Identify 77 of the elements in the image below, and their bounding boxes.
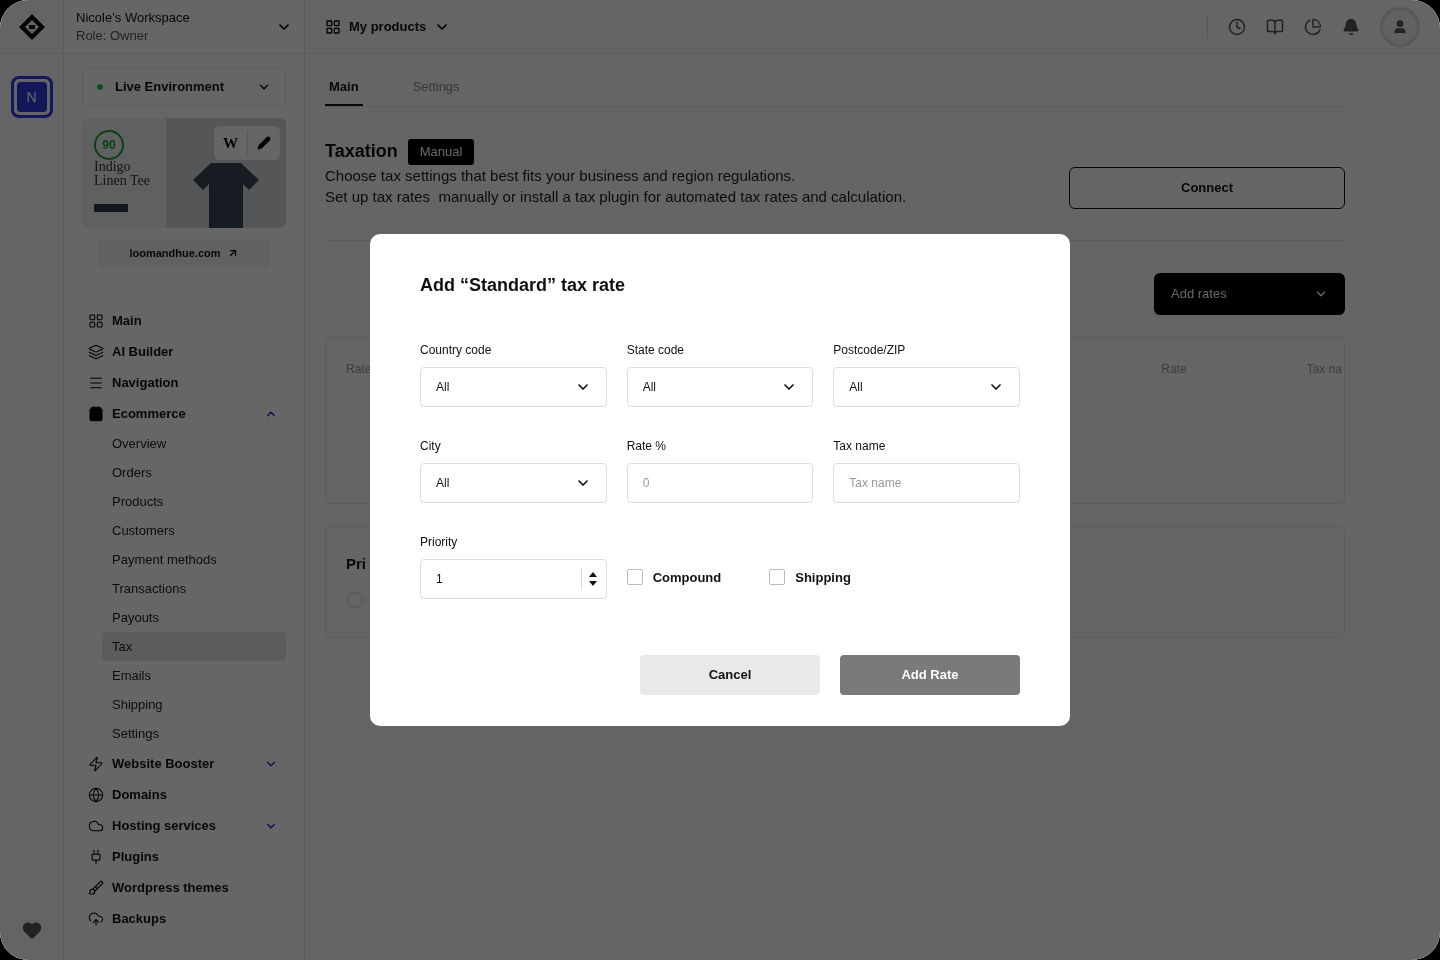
select-field[interactable]: All: [420, 367, 607, 407]
book-icon[interactable]: [1266, 17, 1284, 36]
nav-item[interactable]: Ecommerce: [112, 403, 186, 424]
nav-item[interactable]: Main: [112, 310, 142, 331]
checkbox-label: Compound: [652, 568, 722, 587]
brush-icon: [88, 879, 104, 896]
section-title: Taxation: [325, 140, 398, 163]
nav-subitem[interactable]: Tax: [102, 632, 286, 661]
dialog-title: Add “Standard” tax rate: [420, 274, 627, 297]
nav-item[interactable]: Plugins: [112, 846, 159, 867]
nav-subitem[interactable]: Customers: [102, 516, 286, 545]
connect-button[interactable]: Connect: [1069, 167, 1345, 209]
workspace-name: Nicole’s Workspace: [76, 8, 190, 27]
bag-icon: [88, 405, 104, 422]
checkbox[interactable]: [769, 569, 786, 586]
nav-subitem[interactable]: Overview: [102, 429, 286, 458]
section-title: Pri: [346, 554, 367, 574]
apps-icon[interactable]: [325, 18, 341, 35]
select-field[interactable]: All: [420, 463, 607, 503]
input-field[interactable]: 0: [626, 463, 814, 503]
heart-icon[interactable]: [21, 920, 42, 940]
select-field[interactable]: All: [833, 367, 1020, 407]
preview-title: Indigo Linen Tee: [94, 160, 151, 188]
tab[interactable]: Main: [325, 76, 363, 106]
user-avatar[interactable]: [1380, 6, 1420, 47]
number-field[interactable]: 1: [420, 559, 607, 599]
nav-item[interactable]: Hosting services: [112, 815, 217, 836]
workspace-role: Role: Owner: [76, 26, 150, 45]
layers-icon: [88, 343, 104, 360]
domain-link[interactable]: loomandhue.com: [98, 239, 270, 267]
nav-item[interactable]: Website Booster: [112, 753, 215, 774]
nav-subitem[interactable]: Emails: [102, 661, 286, 690]
stepper-icon[interactable]: [587, 570, 598, 588]
nav-subitem[interactable]: Shipping: [102, 690, 286, 719]
description-text: Choose tax settings that best fits your business and region regulations.: [325, 166, 797, 186]
nav-item[interactable]: AI Builder: [112, 341, 174, 362]
add-rate-button[interactable]: Add Rate: [840, 655, 1020, 695]
nav-item[interactable]: Navigation: [112, 372, 179, 393]
field-label: Rate %: [626, 438, 667, 455]
checkbox-label: Shipping: [795, 568, 851, 587]
clock-icon[interactable]: [1228, 17, 1246, 36]
products-menu[interactable]: My products: [349, 16, 427, 37]
checkbox[interactable]: [626, 569, 643, 586]
workspace-avatar[interactable]: N: [10, 76, 53, 118]
field-label: State code: [626, 342, 686, 359]
input-field[interactable]: Tax name: [833, 463, 1020, 503]
field-label: Tax name: [833, 438, 887, 455]
field-label: Postcode/ZIP: [833, 342, 907, 359]
mode-badge: Manual: [407, 138, 475, 165]
nav-subitem[interactable]: Settings: [102, 719, 286, 748]
preview-button-shape: [94, 204, 128, 212]
nav-subitem[interactable]: Payouts: [102, 603, 286, 632]
field-label: Priority: [420, 534, 459, 551]
nav-subitem[interactable]: Transactions: [102, 574, 286, 603]
nav-subitem[interactable]: Orders: [102, 458, 286, 487]
field-label: Country code: [420, 342, 493, 359]
environment-dropdown[interactable]: Live Environment: [82, 68, 286, 106]
field-label: City: [420, 438, 442, 455]
cancel-button[interactable]: Cancel: [640, 655, 820, 695]
nav-item[interactable]: Domains: [112, 784, 167, 805]
edit-icon[interactable]: [257, 136, 271, 150]
grid-icon: [88, 312, 104, 329]
site-preview[interactable]: 90 Indigo Linen Tee W: [82, 118, 286, 228]
nav-item[interactable]: Wordpress themes: [112, 877, 229, 898]
plug-icon: [88, 848, 104, 865]
add-rates-button[interactable]: Add rates: [1154, 273, 1345, 315]
score-badge: 90: [94, 130, 124, 160]
select-field[interactable]: All: [626, 367, 814, 407]
globe-icon: [88, 786, 104, 803]
cloud-upload-icon: [88, 910, 104, 927]
nav-subitem[interactable]: Products: [102, 487, 286, 516]
pie-chart-icon[interactable]: [1304, 17, 1322, 36]
bell-icon[interactable]: [1342, 17, 1360, 36]
description-text: Set up tax rates manually or install a tax plugin for automated tax rates and calculation.: [325, 187, 907, 207]
lightning-icon: [88, 755, 104, 772]
nav-subitem[interactable]: Payment methods: [102, 545, 286, 574]
nav-item[interactable]: Backups: [112, 908, 167, 929]
